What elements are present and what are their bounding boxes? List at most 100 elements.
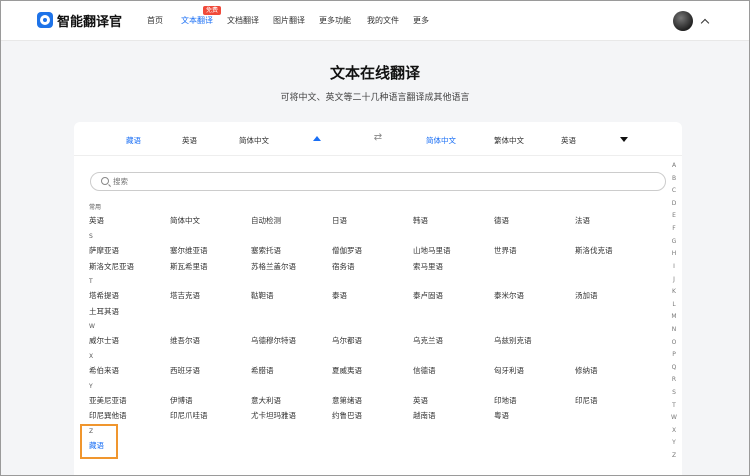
lang-item[interactable]: 自动检测 xyxy=(251,215,281,226)
lang-item[interactable]: 修纳语 xyxy=(575,365,598,376)
target-lang-traditional-chinese[interactable]: 繁体中文 xyxy=(494,135,524,146)
lang-item[interactable]: 宿务语 xyxy=(332,261,355,272)
alpha-index-n[interactable]: N xyxy=(670,326,678,333)
lang-item[interactable]: 粤语 xyxy=(494,410,509,421)
lang-item[interactable]: 斯瓦希里语 xyxy=(170,261,208,272)
lang-item[interactable]: 夏威夷语 xyxy=(332,365,362,376)
nav-document-translate[interactable]: 文档翻译 xyxy=(227,15,259,26)
brand-name[interactable]: 智能翻译官 xyxy=(57,11,122,30)
alpha-index-k[interactable]: K xyxy=(670,288,678,295)
source-lang-english[interactable]: 英语 xyxy=(182,135,197,146)
lang-item[interactable]: 意第绪语 xyxy=(332,395,362,406)
swap-languages-icon[interactable]: ⇄ xyxy=(372,132,384,144)
lang-item[interactable]: 世界语 xyxy=(494,245,517,256)
lang-item[interactable]: 印尼爪哇语 xyxy=(170,410,208,421)
lang-item[interactable]: 塞尔维亚语 xyxy=(170,245,208,256)
alpha-index-i[interactable]: I xyxy=(670,263,678,270)
lang-item-selected[interactable]: 藏语 xyxy=(89,440,104,451)
alpha-index-b[interactable]: B xyxy=(670,175,678,182)
alpha-index-w[interactable]: W xyxy=(670,414,678,421)
alpha-index-e[interactable]: E xyxy=(670,212,678,219)
lang-item[interactable]: 印地语 xyxy=(494,395,517,406)
lang-item[interactable]: 威尔士语 xyxy=(89,335,119,346)
lang-item[interactable]: 泰卢固语 xyxy=(413,290,443,301)
alpha-index-z[interactable]: Z xyxy=(670,452,678,459)
lang-item[interactable]: 英语 xyxy=(89,215,104,226)
alpha-index-c[interactable]: C xyxy=(670,187,678,194)
nav-my-files[interactable]: 我的文件 xyxy=(367,15,399,26)
alpha-index-a[interactable]: A xyxy=(670,162,678,169)
source-dropdown-caret-icon[interactable] xyxy=(313,136,321,141)
lang-item[interactable]: 苏格兰盖尔语 xyxy=(251,261,296,272)
lang-item[interactable]: 约鲁巴语 xyxy=(332,410,362,421)
source-lang-tibetan[interactable]: 藏语 xyxy=(126,135,141,146)
lang-item[interactable]: 乌尔都语 xyxy=(332,335,362,346)
nav-more[interactable]: 更多 xyxy=(413,15,429,26)
alpha-index-m[interactable]: M xyxy=(670,313,678,320)
lang-item[interactable]: 尤卡坦玛雅语 xyxy=(251,410,296,421)
lang-item[interactable]: 印尼巽他语 xyxy=(89,410,127,421)
lang-item[interactable]: 斯洛文尼亚语 xyxy=(89,261,134,272)
lang-item[interactable]: 英语 xyxy=(413,395,428,406)
lang-item[interactable]: 亚美尼亚语 xyxy=(89,395,127,406)
nav-image-translate[interactable]: 图片翻译 xyxy=(273,15,305,26)
alpha-index-d[interactable]: D xyxy=(670,200,678,207)
alpha-index-r[interactable]: R xyxy=(670,376,678,383)
alpha-index-s[interactable]: S xyxy=(670,389,678,396)
lang-item[interactable]: 山地马里语 xyxy=(413,245,451,256)
alpha-index-o[interactable]: O xyxy=(670,339,678,346)
nav-home[interactable]: 首页 xyxy=(147,15,163,26)
nav-more-features[interactable]: 更多功能 xyxy=(319,15,351,26)
user-avatar[interactable] xyxy=(673,11,693,31)
alpha-index-l[interactable]: L xyxy=(670,301,678,308)
lang-item[interactable]: 斯洛伐克语 xyxy=(575,245,613,256)
lang-item[interactable]: 韩语 xyxy=(413,215,428,226)
chevron-up-icon[interactable] xyxy=(700,18,710,28)
lang-item[interactable]: 越南语 xyxy=(413,410,436,421)
alpha-index-p[interactable]: P xyxy=(670,351,678,358)
nav-text-translate[interactable]: 文本翻译 xyxy=(181,15,213,26)
lang-item[interactable]: 印尼语 xyxy=(575,395,598,406)
lang-item[interactable]: 希腊语 xyxy=(251,365,274,376)
lang-item[interactable]: 伊博语 xyxy=(170,395,193,406)
alpha-index-y[interactable]: Y xyxy=(670,439,678,446)
lang-item[interactable]: 乌德穆尔特语 xyxy=(251,335,296,346)
alpha-index-q[interactable]: Q xyxy=(670,364,678,371)
lang-item[interactable]: 信德语 xyxy=(413,365,436,376)
lang-item[interactable]: 乌克兰语 xyxy=(413,335,443,346)
lang-item[interactable]: 德语 xyxy=(494,215,509,226)
lang-item[interactable]: 塔吉克语 xyxy=(170,290,200,301)
lang-item[interactable]: 塔希提语 xyxy=(89,290,119,301)
alpha-index-t[interactable]: T xyxy=(670,402,678,409)
lang-item[interactable]: 西班牙语 xyxy=(170,365,200,376)
lang-item[interactable]: 汤加语 xyxy=(575,290,598,301)
app-logo-icon[interactable] xyxy=(37,12,53,28)
alpha-index-h[interactable]: H xyxy=(670,250,678,257)
lang-item[interactable]: 希伯来语 xyxy=(89,365,119,376)
lang-item[interactable]: 泰米尔语 xyxy=(494,290,524,301)
lang-item[interactable]: 索马里语 xyxy=(413,261,443,272)
alpha-index-x[interactable]: X xyxy=(670,427,678,434)
source-lang-simplified-chinese[interactable]: 简体中文 xyxy=(239,135,269,146)
lang-item[interactable]: 泰语 xyxy=(332,290,347,301)
search-input[interactable] xyxy=(113,177,313,186)
lang-item[interactable]: 土耳其语 xyxy=(89,306,119,317)
lang-item[interactable]: 匈牙利语 xyxy=(494,365,524,376)
lang-item[interactable]: 萨摩亚语 xyxy=(89,245,119,256)
language-search[interactable] xyxy=(90,172,666,191)
lang-item[interactable]: 乌兹别克语 xyxy=(494,335,532,346)
target-lang-english[interactable]: 英语 xyxy=(561,135,576,146)
alpha-index-g[interactable]: G xyxy=(670,238,678,245)
lang-item[interactable]: 塞索托语 xyxy=(251,245,281,256)
target-dropdown-caret-icon[interactable] xyxy=(620,137,628,142)
lang-item[interactable]: 僧伽罗语 xyxy=(332,245,362,256)
alpha-index-j[interactable]: J xyxy=(670,276,678,283)
lang-item[interactable]: 鞑靼语 xyxy=(251,290,274,301)
lang-item[interactable]: 法语 xyxy=(575,215,590,226)
lang-item[interactable]: 维吾尔语 xyxy=(170,335,200,346)
lang-item[interactable]: 日语 xyxy=(332,215,347,226)
lang-item[interactable]: 简体中文 xyxy=(170,215,200,226)
lang-item[interactable]: 意大利语 xyxy=(251,395,281,406)
target-lang-simplified-chinese[interactable]: 简体中文 xyxy=(426,135,456,146)
alpha-index-f[interactable]: F xyxy=(670,225,678,232)
